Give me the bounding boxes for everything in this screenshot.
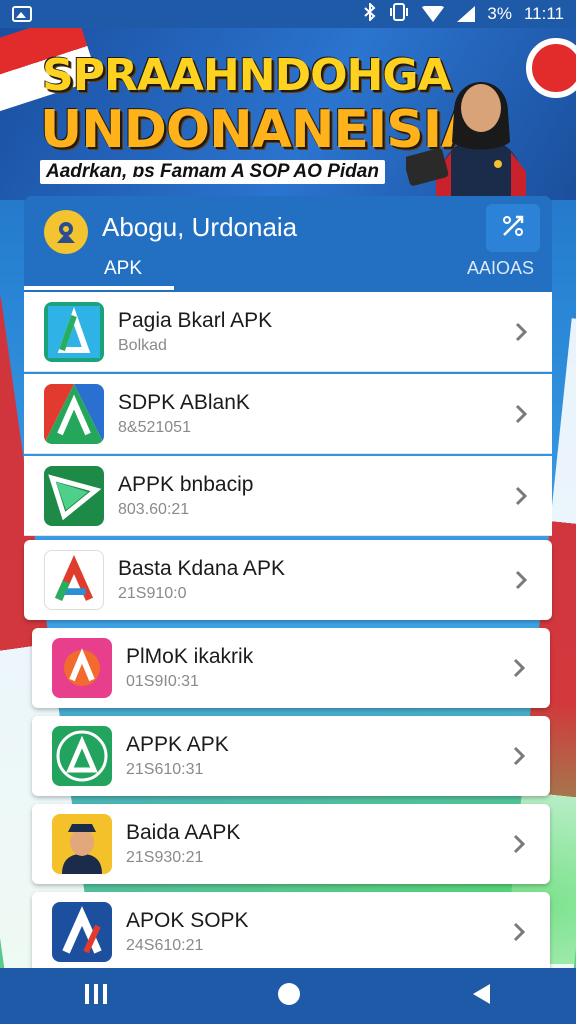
app-name: APOK SOPK [126,909,249,932]
app-name: PlMoK ikakrik [126,645,254,668]
app-name: APPK APK [126,733,229,756]
banner-title-line1: SPRAAHNDOHGA [42,50,451,101]
app-icon [52,902,112,962]
chevron-right-icon [515,322,528,342]
app-name: Basta Kdana APK [118,557,285,580]
app-icon [52,814,112,874]
app-icon [44,301,104,362]
active-tab-indicator [24,286,174,290]
list-item[interactable]: APPK APK 21S610:31 [32,716,550,796]
app-meta: 01S9I0:31 [126,673,199,690]
wifi-icon [421,6,446,22]
share-button[interactable] [486,204,540,252]
app-icon [44,550,104,610]
list-item[interactable]: PlMoK ikakrik 01S9I0:31 [32,628,550,708]
promo-banner[interactable]: SPRAAHNDOHGA UNDONANEISIA Aadrkan, ɒs Fa… [0,28,576,200]
app-meta: 21S610:31 [126,761,204,778]
chevron-right-icon [515,486,528,506]
app-meta: 8&521051 [118,418,191,436]
app-icon [44,465,104,526]
chevron-right-icon [513,658,526,678]
app-name: Baida AAPK [126,821,241,844]
gallery-icon [12,6,32,22]
app-meta: 803.60:21 [118,500,190,518]
chevron-right-icon [515,404,528,424]
banner-subtitle: Aadrkan, ɒs Famam A SOP AO Pidan [40,160,385,184]
list-item[interactable]: Baida AAPK 21S930:21 [32,804,550,884]
battery-level: 3% [487,4,512,23]
chevron-right-icon [515,570,528,590]
app-meta: 24S610:21 [126,937,204,954]
chevron-right-icon [513,834,526,854]
app-logo-icon [44,210,88,254]
list-item[interactable]: Basta Kdana APK 21S910:0 [24,540,552,620]
bluetooth-icon [363,1,377,26]
app-name: APPK bnbacip [118,472,254,496]
list-item[interactable]: APOK SOPK 24S610:21 [32,892,550,972]
home-icon[interactable] [277,982,301,1011]
tab-ads[interactable]: AAIOAS [467,258,534,279]
share-icon [499,212,527,245]
officer-illustration [403,42,556,200]
tab-apk[interactable]: APK [104,258,142,280]
system-nav-bar [0,968,576,1024]
app-icon [52,638,112,698]
app-header: Abogu, Urdonaia APK AAIOAS [24,196,552,292]
vibrate-icon [389,2,409,26]
app-name: Pagia Bkarl APK [118,308,273,332]
list-item[interactable]: Pagia Bkarl APK Bolkad [24,292,552,372]
back-icon[interactable] [470,982,492,1011]
app-name: SDPK ABlanK [118,390,250,414]
recents-icon[interactable] [84,983,108,1010]
chevron-right-icon [513,922,526,942]
signal-icon [457,6,476,22]
app-icon [52,726,112,786]
chevron-right-icon [513,746,526,766]
clock: 11:11 [523,4,564,23]
list-item[interactable]: SDPK ABlanK 8&521051 [24,374,552,454]
app-meta: 21S930:21 [126,849,204,866]
app-meta: Bolkad [118,336,167,354]
app-meta: 21S910:0 [118,585,187,602]
list-item[interactable]: APPK bnbacip 803.60:21 [24,456,552,536]
status-bar: 3% 11:11 [0,0,576,28]
app-icon [44,383,104,444]
app-title: Abogu, Urdonaia [102,212,298,242]
